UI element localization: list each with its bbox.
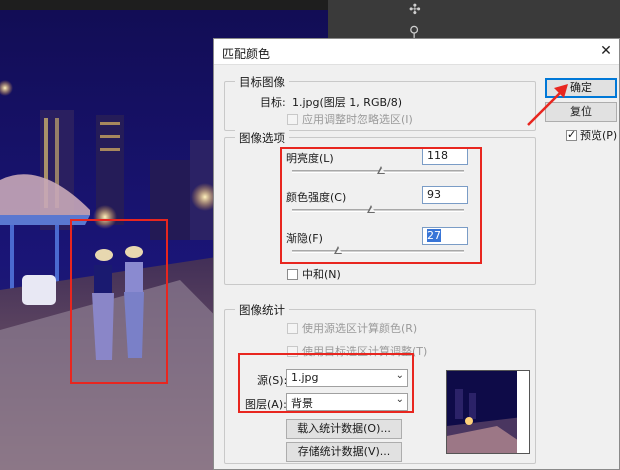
neutralize-checkbox[interactable] bbox=[287, 269, 298, 280]
chevron-down-icon: ⌄ bbox=[395, 394, 404, 405]
annotation-arrow bbox=[527, 84, 568, 126]
preview-label: 预览(P) bbox=[580, 129, 618, 142]
neutralize-label: 中和(N) bbox=[302, 268, 341, 281]
brightness-slider-thumb[interactable] bbox=[377, 166, 386, 175]
ignore-selection-checkbox[interactable] bbox=[287, 114, 298, 125]
use-target-selection-label: 使用目标选区计算调整(T) bbox=[302, 345, 428, 358]
statistics-thumbnail bbox=[446, 370, 530, 454]
dialog-titlebar: 匹配颜色 ✕ bbox=[214, 39, 619, 65]
move-tool-icon[interactable]: ✣ bbox=[409, 2, 421, 18]
color-intensity-label: 颜色强度(C) bbox=[286, 191, 347, 204]
layer-select[interactable]: 背景 ⌄ bbox=[286, 393, 408, 411]
layer-select-value: 背景 bbox=[291, 397, 313, 410]
color-intensity-slider[interactable] bbox=[292, 205, 464, 213]
brightness-input[interactable]: 118 bbox=[422, 147, 468, 165]
color-intensity-slider-thumb[interactable] bbox=[367, 205, 376, 214]
preview-checkbox[interactable] bbox=[566, 128, 577, 141]
ignore-selection-label: 应用调整时忽略选区(I) bbox=[302, 113, 413, 126]
fade-label: 渐隐(F) bbox=[286, 232, 323, 245]
fade-slider-thumb[interactable] bbox=[334, 246, 343, 255]
document-tab-strip bbox=[0, 0, 328, 10]
save-statistics-button[interactable]: 存储统计数据(V)... bbox=[286, 442, 402, 462]
color-intensity-input[interactable]: 93 bbox=[422, 186, 468, 204]
chevron-down-icon: ⌄ bbox=[395, 370, 404, 381]
source-select[interactable]: 1.jpg ⌄ bbox=[286, 369, 408, 387]
source-label: 源(S): bbox=[257, 374, 288, 387]
brightness-label: 明亮度(L) bbox=[286, 152, 334, 165]
layer-label: 图层(A): bbox=[245, 398, 287, 411]
use-source-selection-checkbox[interactable] bbox=[287, 323, 298, 334]
source-select-value: 1.jpg bbox=[291, 371, 319, 384]
image-statistics-legend: 图像统计 bbox=[235, 302, 289, 318]
dialog-title: 匹配颜色 bbox=[222, 47, 271, 61]
fade-slider[interactable] bbox=[292, 246, 464, 254]
brightness-slider[interactable] bbox=[292, 166, 464, 174]
close-icon[interactable]: ✕ bbox=[595, 41, 617, 61]
target-label: 目标: bbox=[260, 96, 286, 109]
use-target-selection-checkbox[interactable] bbox=[287, 346, 298, 357]
image-options-legend: 图像选项 bbox=[235, 130, 289, 146]
load-statistics-button[interactable]: 载入统计数据(O)... bbox=[286, 419, 402, 439]
use-source-selection-label: 使用源选区计算颜色(R) bbox=[302, 322, 418, 335]
fade-input[interactable]: 27 bbox=[422, 227, 468, 245]
target-image-legend: 目标图像 bbox=[235, 74, 289, 90]
thumbnail-image bbox=[447, 371, 529, 453]
target-value: 1.jpg(图层 1, RGB/8) bbox=[292, 96, 403, 109]
